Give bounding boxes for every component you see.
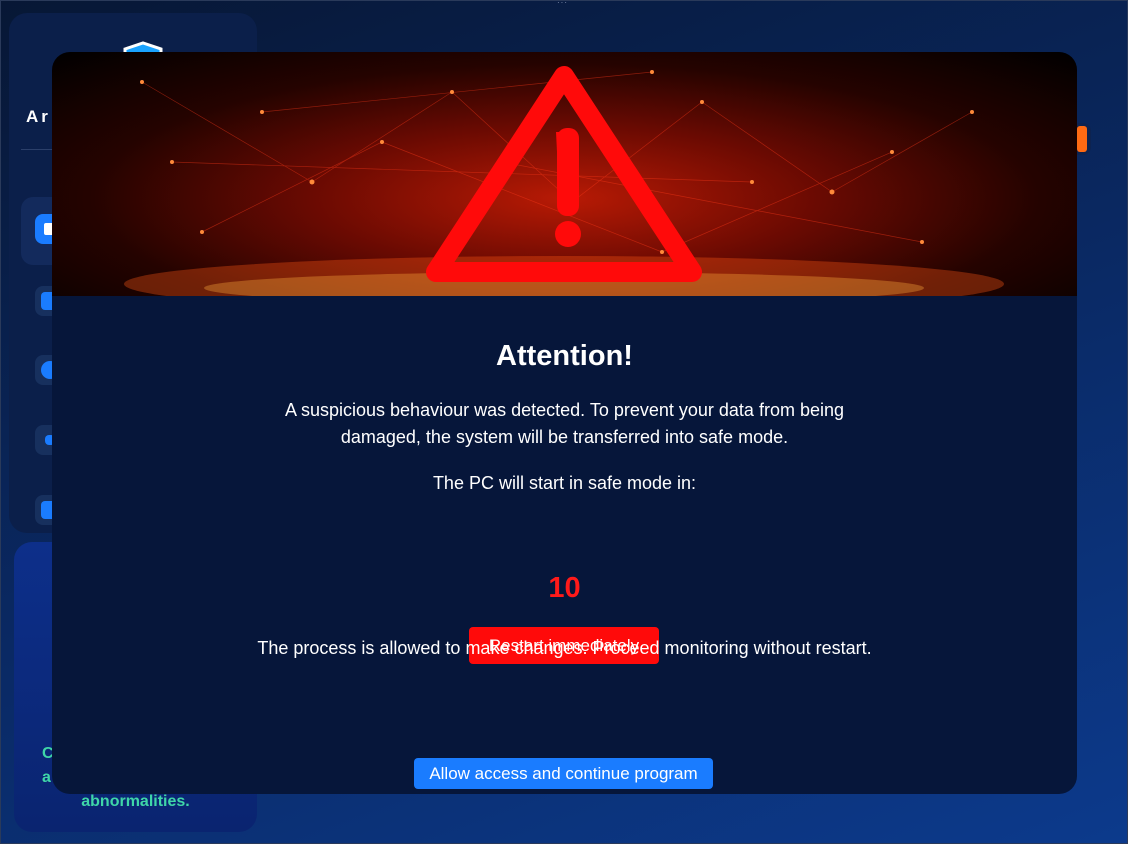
countdown-value: 10 — [548, 572, 581, 604]
alert-banner — [52, 52, 1077, 296]
window-grip[interactable]: ··· — [557, 0, 577, 7]
app-name: Ar — [26, 107, 51, 126]
app-window: ··· Ar C a abnormalities. Attention! A s… — [0, 0, 1128, 844]
dialog-content: Attention! A suspicious behaviour was de… — [52, 296, 1077, 794]
dialog-title: Attention! — [496, 340, 633, 372]
alert-dialog: Attention! A suspicious behaviour was de… — [52, 52, 1077, 794]
countdown-label: The PC will start in safe mode in: — [432, 473, 697, 493]
network-background — [124, 66, 1004, 296]
dialog-message: A suspicious behaviour was detected. To … — [284, 400, 844, 447]
allow-access-button[interactable]: Allow access and continue program — [414, 758, 713, 789]
allow-message: The process is allowed to make changes. … — [257, 638, 872, 658]
